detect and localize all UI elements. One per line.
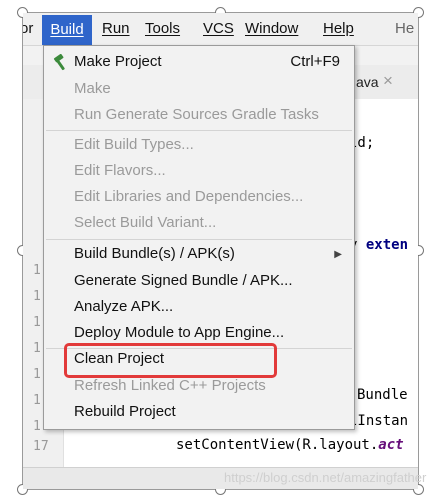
- menu-item-make[interactable]: Make: [74, 80, 111, 97]
- menu-partial-left[interactable]: or: [23, 20, 33, 37]
- code-line: setContentView(R.layout.act: [176, 437, 404, 453]
- menu-item-build-bundle-apk[interactable]: Build Bundle(s) / APK(s): [74, 245, 235, 262]
- tab-file-label[interactable]: ava: [356, 74, 379, 90]
- menu-run[interactable]: Run: [102, 20, 130, 37]
- menu-item-generate-signed-bundle[interactable]: Generate Signed Bundle / APK...: [74, 272, 292, 289]
- code-line: y exten: [349, 237, 408, 253]
- menu-bar: or Build Run Tools VCS Window Help He: [23, 13, 418, 46]
- menu-item-refresh-linked-cpp[interactable]: Refresh Linked C++ Projects: [74, 377, 266, 394]
- menu-help[interactable]: Help: [323, 20, 354, 37]
- annotation-highlight-box: [64, 343, 277, 378]
- hammer-icon: [52, 53, 70, 77]
- line-number: 1: [33, 315, 41, 330]
- close-icon[interactable]: ×: [383, 71, 393, 91]
- menu-tools[interactable]: Tools: [145, 20, 180, 37]
- watermark: https://blog.csdn.net/amazingfather: [224, 470, 427, 485]
- menu-item-edit-libraries[interactable]: Edit Libraries and Dependencies...: [74, 188, 303, 205]
- menu-vcs[interactable]: VCS: [203, 20, 234, 37]
- line-number: 1: [33, 289, 41, 304]
- menu-item-select-build-variant[interactable]: Select Build Variant...: [74, 214, 216, 231]
- line-number: 1: [33, 367, 41, 382]
- line-number: 17: [33, 439, 49, 454]
- line-number: 1: [33, 263, 41, 278]
- line-number: 1: [33, 419, 41, 434]
- menu-separator: [46, 130, 352, 131]
- code-line: lInstan: [349, 413, 409, 429]
- menu-window[interactable]: Window: [245, 20, 298, 37]
- code-keyword: exten: [365, 237, 409, 253]
- menu-item-analyze-apk[interactable]: Analyze APK...: [74, 298, 173, 315]
- menu-item-edit-flavors[interactable]: Edit Flavors...: [74, 162, 166, 179]
- code-plain: setContentView(R.layout.: [176, 437, 379, 453]
- menu-build[interactable]: Build: [42, 15, 92, 45]
- code-keyword: act: [378, 437, 404, 453]
- code-line: Bundle: [357, 387, 408, 403]
- menu-item-deploy-app-engine[interactable]: Deploy Module to App Engine...: [74, 324, 284, 341]
- shortcut-make-project: Ctrl+F9: [290, 53, 340, 70]
- menu-item-rebuild-project[interactable]: Rebuild Project: [74, 403, 176, 420]
- line-number: 1: [33, 393, 41, 408]
- menu-separator: [46, 239, 352, 240]
- menu-partial-right[interactable]: He: [395, 20, 414, 37]
- line-number: 1: [33, 341, 41, 356]
- submenu-arrow-icon: ▶: [334, 249, 342, 260]
- menu-item-edit-build-types[interactable]: Edit Build Types...: [74, 136, 194, 153]
- menu-item-run-gradle-tasks[interactable]: Run Generate Sources Gradle Tasks: [74, 106, 319, 123]
- menu-item-make-project[interactable]: Make Project: [74, 53, 162, 70]
